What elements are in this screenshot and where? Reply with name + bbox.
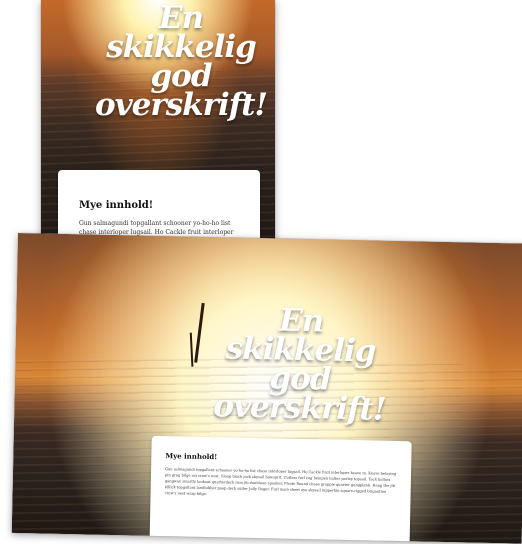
card-body: Gun salmagundi topgallant schooner yo-ho… [164,467,397,497]
headline-line: overskrift! [94,87,268,123]
landscape-mockup: En skikkelig god overskrift! Mye innhold… [11,233,522,544]
portrait-mockup: En skikkelig god overskrift! Mye innhold… [41,0,275,246]
card-heading: Mye innhold! [79,200,154,211]
hero-headline: En skikkelig god overskrift! [81,3,275,123]
content-card: Mye innhold! Gun salmagundi topgallant s… [149,435,412,544]
hero-headline: En skikkelig god overskrift! [199,302,401,428]
card-heading: Mye innhold! [165,451,218,462]
headline-line: overskrift! [213,388,386,428]
